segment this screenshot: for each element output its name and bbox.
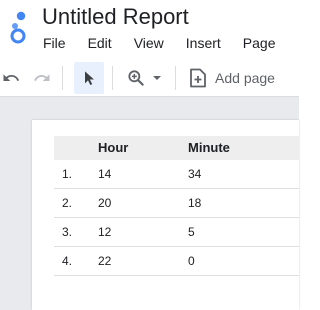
toolbar-divider xyxy=(112,66,113,90)
pointer-icon xyxy=(85,71,94,85)
app-header: Untitled Report File Edit View Insert Pa… xyxy=(0,0,299,60)
report-page[interactable]: Hour Minute 1. 14 34 2. 20 18 3. 12 5 4.… xyxy=(32,120,299,310)
column-header-hour[interactable]: Hour xyxy=(98,136,128,160)
report-canvas[interactable]: Hour Minute 1. 14 34 2. 20 18 3. 12 5 4.… xyxy=(0,97,299,310)
row-index: 4. xyxy=(62,254,73,268)
table-row: 3. 12 5 xyxy=(54,218,299,247)
row-index: 3. xyxy=(62,225,73,239)
report-title[interactable]: Untitled Report xyxy=(42,2,189,32)
row-index: 2. xyxy=(62,196,73,210)
menu-insert[interactable]: Insert xyxy=(175,32,232,54)
row-index: 1. xyxy=(62,167,73,181)
redo-icon xyxy=(34,74,50,81)
table-row: 1. 14 34 xyxy=(54,160,299,189)
data-studio-logo[interactable] xyxy=(4,8,34,44)
add-page-icon xyxy=(190,68,206,88)
logo-icon xyxy=(10,11,26,44)
menu-edit[interactable]: Edit xyxy=(77,32,123,54)
toolbar-divider xyxy=(62,66,63,90)
minute-cell: 5 xyxy=(188,225,195,239)
column-header-minute[interactable]: Minute xyxy=(188,136,230,160)
menu-page[interactable]: Page xyxy=(232,32,287,54)
undo-icon xyxy=(3,74,20,81)
hour-cell: 20 xyxy=(98,196,112,210)
hour-cell: 22 xyxy=(98,254,112,268)
zoom-in-icon xyxy=(128,70,144,86)
table-row: 2. 20 18 xyxy=(54,189,299,218)
add-page-label: Add page xyxy=(215,70,275,86)
dropdown-arrow-icon xyxy=(153,76,161,80)
select-tool-button[interactable] xyxy=(74,62,104,94)
minute-cell: 34 xyxy=(188,167,202,181)
menu-file[interactable]: File xyxy=(32,32,77,54)
hour-cell: 14 xyxy=(98,167,112,181)
zoom-button[interactable] xyxy=(122,62,166,94)
minute-cell: 0 xyxy=(188,254,195,268)
redo-button[interactable] xyxy=(30,62,54,94)
minute-cell: 18 xyxy=(188,196,202,210)
table-header: Hour Minute xyxy=(54,136,299,160)
data-table[interactable]: Hour Minute 1. 14 34 2. 20 18 3. 12 5 4.… xyxy=(54,136,299,276)
toolbar: Add page xyxy=(0,60,299,97)
menu-bar: File Edit View Insert Page xyxy=(32,32,287,54)
hour-cell: 12 xyxy=(98,225,112,239)
table-row: 4. 22 0 xyxy=(54,247,299,276)
toolbar-divider xyxy=(175,66,176,90)
undo-button[interactable] xyxy=(0,62,22,94)
menu-view[interactable]: View xyxy=(123,32,175,54)
add-page-button[interactable]: Add page xyxy=(184,62,280,94)
